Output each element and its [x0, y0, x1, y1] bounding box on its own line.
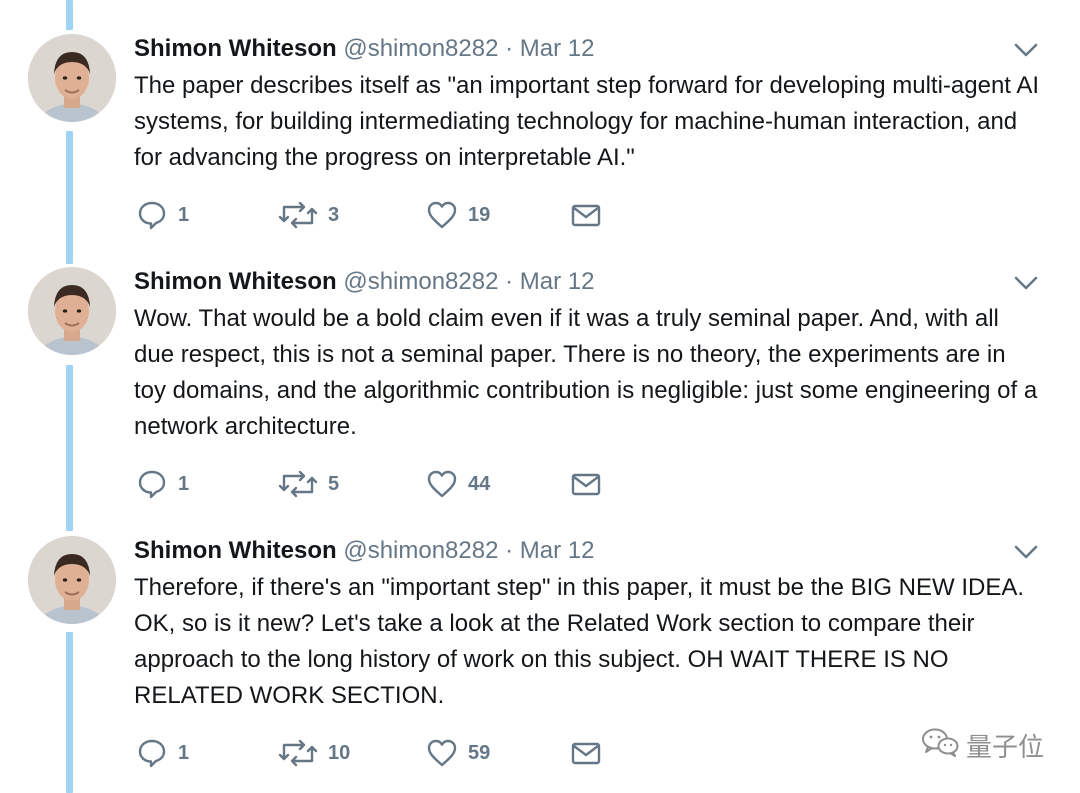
author-handle[interactable]: @shimon8282 — [343, 537, 498, 564]
watermark-text: 量子位 — [966, 732, 1045, 763]
avatar[interactable] — [28, 267, 116, 355]
direct-message-button[interactable] — [570, 199, 602, 231]
reply-count: 1 — [178, 203, 190, 226]
reply-button[interactable]: 1 — [136, 737, 189, 769]
like-count: 19 — [468, 203, 491, 226]
avatar[interactable] — [28, 536, 116, 624]
author-handle[interactable]: @shimon8282 — [343, 35, 498, 62]
reply-count: 1 — [178, 741, 190, 764]
tweet-date[interactable]: Mar 12 — [520, 35, 595, 62]
envelope-icon — [570, 199, 602, 231]
tweet-header: Shimon Whiteson @shimon8282 · Mar 12 — [134, 536, 595, 566]
tweet-actions: 1 10 59 — [134, 737, 634, 769]
separator: · — [505, 35, 514, 62]
separator: · — [505, 537, 514, 564]
like-count: 44 — [468, 472, 491, 495]
retweet-count: 10 — [328, 741, 351, 764]
tweet-text: The paper describes itself as "an import… — [134, 72, 1039, 171]
envelope-icon — [570, 737, 602, 769]
tweet-header: Shimon Whiteson @shimon8282 · Mar 12 — [134, 34, 595, 64]
chevron-down-icon[interactable] — [1014, 544, 1038, 560]
heart-icon — [426, 199, 458, 231]
chevron-down-icon[interactable] — [1014, 275, 1038, 291]
retweet-icon — [278, 468, 318, 500]
tweet-date[interactable]: Mar 12 — [520, 268, 595, 295]
tweet[interactable]: Shimon Whiteson @shimon8282 · Mar 12 Wow… — [0, 267, 1080, 507]
reply-icon — [136, 199, 168, 231]
retweet-count: 5 — [328, 472, 340, 495]
retweet-button[interactable]: 10 — [278, 737, 350, 769]
like-count: 59 — [468, 741, 491, 764]
avatar[interactable] — [28, 34, 116, 122]
author-name[interactable]: Shimon Whiteson — [134, 35, 337, 62]
envelope-icon — [570, 468, 602, 500]
tweet[interactable]: Shimon Whiteson @shimon8282 · Mar 12 The… — [0, 536, 1080, 776]
reply-icon — [136, 737, 168, 769]
tweet-text: Therefore, if there's an "important step… — [134, 574, 1025, 709]
tweet-date[interactable]: Mar 12 — [520, 537, 595, 564]
reply-icon — [136, 468, 168, 500]
chevron-down-icon[interactable] — [1014, 42, 1038, 58]
retweet-button[interactable]: 3 — [278, 199, 339, 231]
separator: · — [505, 268, 514, 295]
avatar-image — [28, 536, 116, 624]
retweet-icon — [278, 737, 318, 769]
tweet-actions: 1 5 44 — [134, 468, 634, 500]
author-name[interactable]: Shimon Whiteson — [134, 268, 337, 295]
retweet-count: 3 — [328, 203, 340, 226]
tweet[interactable]: Shimon Whiteson @shimon8282 · Mar 12 The… — [0, 34, 1080, 234]
author-name[interactable]: Shimon Whiteson — [134, 537, 337, 564]
heart-icon — [426, 468, 458, 500]
like-button[interactable]: 59 — [426, 737, 490, 769]
reply-button[interactable]: 1 — [136, 468, 189, 500]
retweet-button[interactable]: 5 — [278, 468, 339, 500]
author-handle[interactable]: @shimon8282 — [343, 268, 498, 295]
retweet-icon — [278, 199, 318, 231]
avatar-image — [28, 267, 116, 355]
thread-line-top — [66, 0, 73, 30]
watermark: 量子位 — [920, 727, 1045, 764]
heart-icon — [426, 737, 458, 769]
tweet-actions: 1 3 19 — [134, 199, 634, 231]
reply-count: 1 — [178, 472, 190, 495]
like-button[interactable]: 19 — [426, 199, 490, 231]
direct-message-button[interactable] — [570, 737, 602, 769]
reply-button[interactable]: 1 — [136, 199, 189, 231]
tweet-header: Shimon Whiteson @shimon8282 · Mar 12 — [134, 267, 595, 297]
wechat-icon — [920, 727, 966, 764]
direct-message-button[interactable] — [570, 468, 602, 500]
avatar-image — [28, 34, 116, 122]
like-button[interactable]: 44 — [426, 468, 490, 500]
tweet-text: Wow. That would be a bold claim even if … — [134, 305, 1038, 440]
